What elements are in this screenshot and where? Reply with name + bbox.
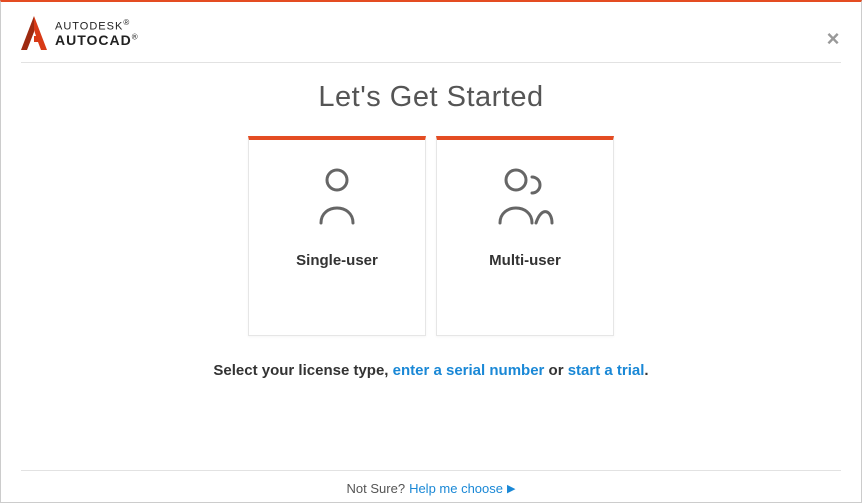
- brand-line2: AUTOCAD®: [55, 33, 139, 48]
- header: AUTODESK® AUTOCAD® ×: [1, 2, 861, 62]
- multi-user-label: Multi-user: [489, 252, 561, 269]
- brand-text: AUTODESK® AUTOCAD®: [55, 19, 139, 48]
- license-dialog: AUTODESK® AUTOCAD® × Let's Get Started S…: [0, 0, 862, 503]
- footer-prompt: Not Sure?: [347, 481, 406, 496]
- license-cards: Single-user Multi-user: [248, 136, 614, 336]
- enter-serial-link[interactable]: enter a serial number: [393, 362, 545, 379]
- subtext-middle: or: [544, 362, 567, 379]
- single-user-icon: [315, 164, 359, 228]
- subtext-prefix: Select your license type,: [213, 362, 392, 379]
- subtext-suffix: .: [644, 362, 648, 379]
- page-title: Let's Get Started: [318, 81, 543, 114]
- chevron-right-icon: ▶: [507, 482, 515, 495]
- brand-logo: AUTODESK® AUTOCAD®: [21, 16, 139, 50]
- subtext: Select your license type, enter a serial…: [213, 362, 648, 379]
- autodesk-a-icon: [21, 16, 47, 50]
- brand-line1: AUTODESK®: [55, 19, 139, 33]
- start-trial-link[interactable]: start a trial: [568, 362, 645, 379]
- single-user-label: Single-user: [296, 252, 378, 269]
- help-me-choose-link[interactable]: Help me choose: [409, 481, 503, 496]
- footer: Not Sure? Help me choose ▶: [21, 470, 841, 502]
- multi-user-icon: [492, 164, 558, 228]
- close-button[interactable]: ×: [823, 30, 843, 50]
- main-content: Let's Get Started Single-user: [1, 63, 861, 470]
- single-user-card[interactable]: Single-user: [248, 136, 426, 336]
- multi-user-card[interactable]: Multi-user: [436, 136, 614, 336]
